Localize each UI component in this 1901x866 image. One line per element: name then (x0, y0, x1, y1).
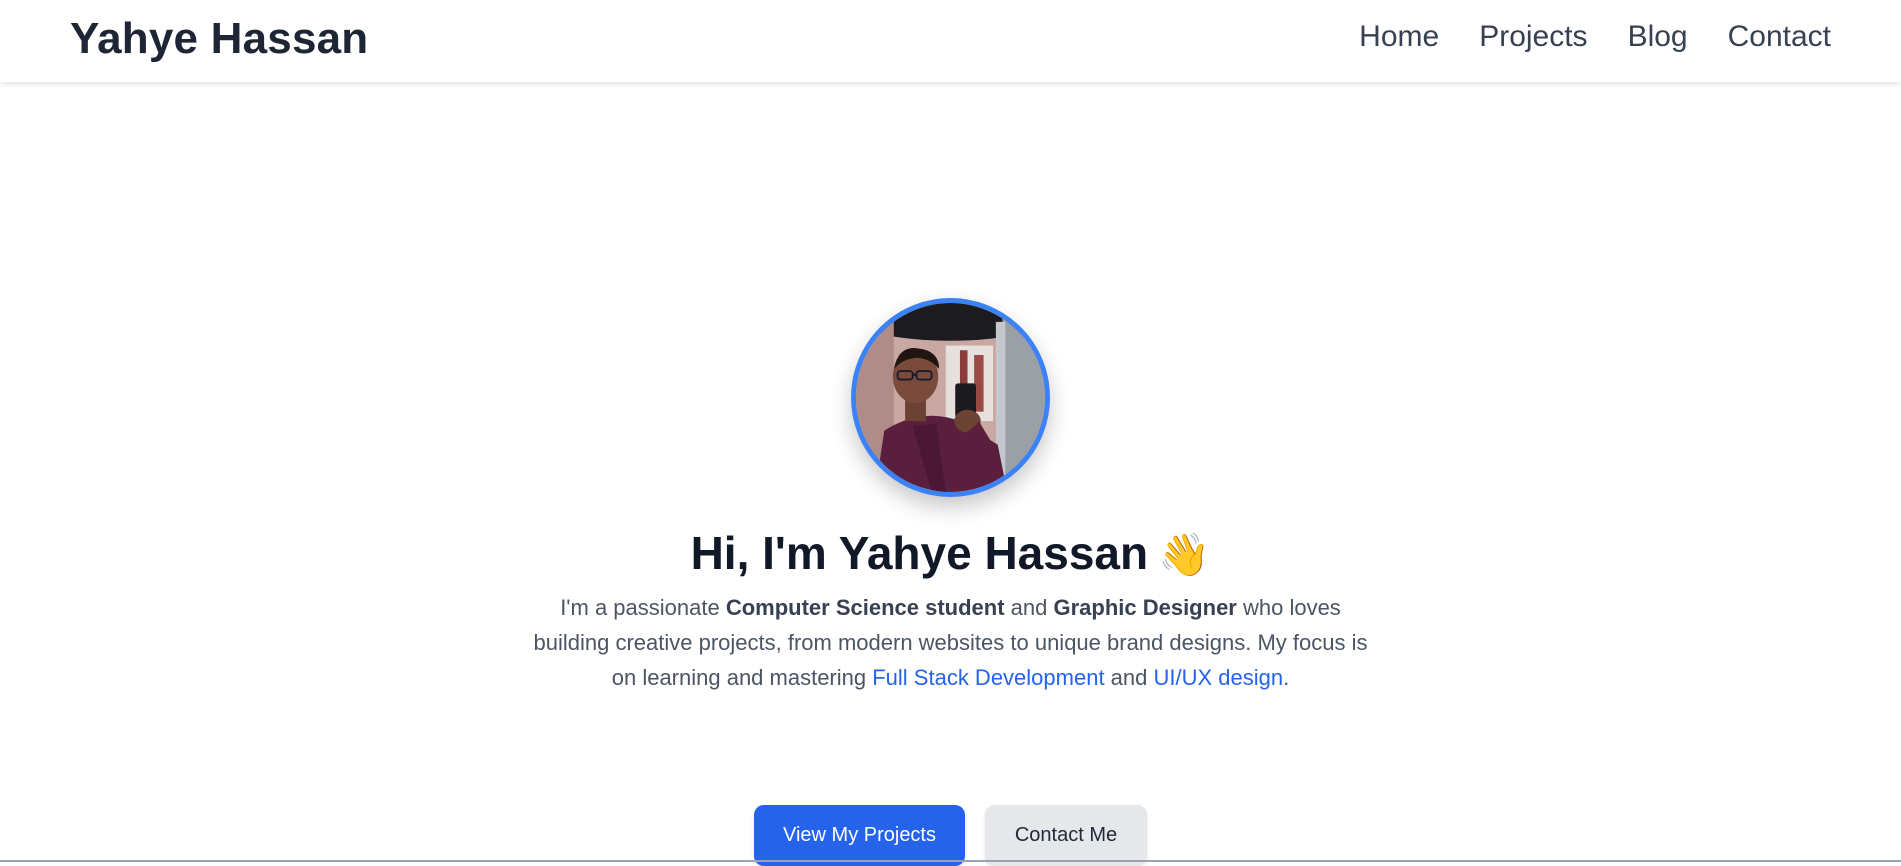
nav-link-projects[interactable]: Projects (1479, 20, 1587, 54)
hero-title-text: Hi, I'm Yahye Hassan (690, 527, 1149, 579)
profile-avatar (851, 298, 1050, 497)
desc-strong-cs-student: Computer Science student (725, 595, 1005, 620)
desc-part-4: and (1104, 665, 1154, 690)
nav-link-contact[interactable]: Contact (1728, 20, 1831, 54)
desc-strong-graphic-designer: Graphic Designer (1053, 595, 1237, 620)
nav-link-home[interactable]: Home (1359, 20, 1439, 54)
desc-part-5: . (1283, 665, 1290, 690)
desc-accent-uiux: UI/UX design (1153, 665, 1284, 690)
desc-accent-full-stack: Full Stack Development (872, 665, 1105, 690)
contact-me-button[interactable]: Contact Me (985, 805, 1147, 866)
hero-section: Hi, I'm Yahye Hassan 👋 I'm a passionate C… (0, 82, 1901, 866)
main-nav: Home Projects Blog Contact (1359, 20, 1831, 54)
waving-hand-icon: 👋 (1158, 531, 1211, 578)
nav-link-blog[interactable]: Blog (1628, 20, 1688, 54)
hero-heading: Hi, I'm Yahye Hassan 👋 (0, 526, 1901, 580)
view-projects-button[interactable]: View My Projects (754, 805, 965, 866)
site-header: Yahye Hassan Home Projects Blog Contact (0, 0, 1901, 82)
site-brand[interactable]: Yahye Hassan (70, 14, 368, 64)
profile-photo-icon (856, 303, 1045, 492)
desc-part-1: I'm a passionate (560, 595, 726, 620)
hero-description: I'm a passionate Computer Science studen… (530, 590, 1371, 695)
desc-part-2: and (1004, 595, 1054, 620)
